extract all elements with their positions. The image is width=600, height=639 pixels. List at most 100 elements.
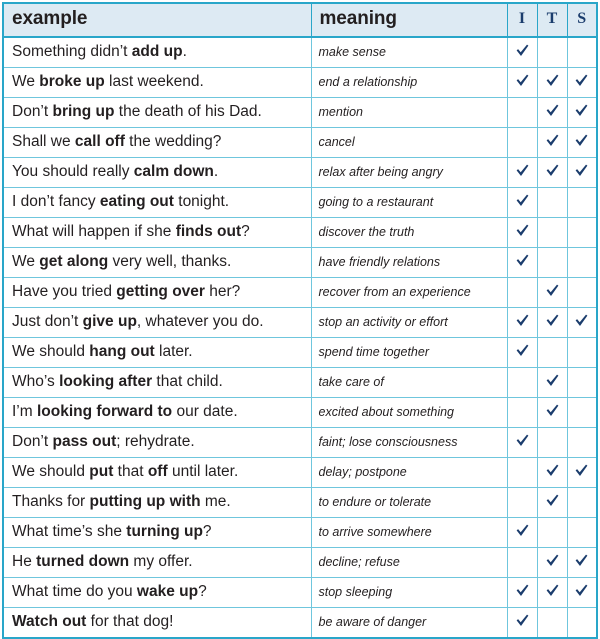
column-header-meaning-label: meaning	[319, 8, 398, 29]
table-row: He turned down my offer. decline; refuse	[3, 547, 597, 578]
mark-cell-s	[567, 457, 597, 488]
meaning-cell: relax after being angry	[311, 157, 508, 188]
table-row: We should hang out later. spend time toge…	[3, 337, 597, 368]
meaning-cell: recover from an experience	[311, 277, 508, 308]
phrasal-verb: Watch out	[12, 613, 87, 631]
mark-cell-s	[567, 577, 597, 608]
example-cell: What time do you wake up?	[3, 577, 312, 608]
phrasal-verb: broke up	[39, 73, 105, 91]
mark-cell-s	[567, 427, 597, 458]
phrasal-verb: getting over	[116, 283, 205, 301]
meaning-cell: excited about something	[311, 397, 508, 428]
check-icon	[515, 523, 530, 538]
check-icon	[545, 403, 560, 418]
mark-cell-i	[507, 577, 538, 608]
example-cell: Shall we call off the wedding?	[3, 127, 312, 158]
phrasal-verb-particle: off	[147, 463, 168, 481]
mark-cell-i	[507, 37, 538, 68]
table-row: We should put that off until later. delay…	[3, 457, 597, 488]
example-cell: I don’t fancy eating out tonight.	[3, 187, 312, 218]
phrasal-verb: add up	[131, 43, 183, 61]
check-icon	[545, 283, 560, 298]
check-icon	[574, 133, 589, 148]
check-icon	[545, 493, 560, 508]
mark-cell-t	[537, 427, 568, 458]
meaning-cell: cancel	[311, 127, 508, 158]
phrasal-verb: calm down	[133, 163, 214, 181]
mark-cell-i	[507, 457, 538, 488]
check-icon	[545, 133, 560, 148]
check-icon	[515, 193, 530, 208]
phrasal-verb: call off	[74, 133, 125, 151]
table-row: Something didn’t add up. make sense	[3, 37, 597, 68]
mark-cell-t	[537, 337, 568, 368]
example-cell: Have you tried getting over her?	[3, 277, 312, 308]
meaning-cell: to arrive somewhere	[311, 517, 508, 548]
mark-cell-t	[537, 367, 568, 398]
mark-cell-i	[507, 517, 538, 548]
meaning-cell: make sense	[311, 37, 508, 68]
mark-cell-i	[507, 367, 538, 398]
check-icon	[515, 583, 530, 598]
example-cell: He turned down my offer.	[3, 547, 312, 578]
phrasal-verb: hang out	[89, 343, 155, 361]
check-icon	[545, 103, 560, 118]
table-row: I’m looking forward to our date. excited …	[3, 397, 597, 428]
mark-cell-t	[537, 577, 568, 608]
check-icon	[515, 223, 530, 238]
mark-cell-i	[507, 307, 538, 338]
table-row: We get along very well, thanks. have frie…	[3, 247, 597, 278]
meaning-cell: delay; postpone	[311, 457, 508, 488]
example-cell: Watch out for that dog!	[3, 607, 312, 638]
check-icon	[574, 553, 589, 568]
phrasal-verb: pass out	[52, 433, 117, 451]
column-header-i-label: I	[518, 10, 526, 27]
phrasal-verb: finds out	[175, 223, 242, 241]
mark-cell-i	[507, 337, 538, 368]
mark-cell-t	[537, 457, 568, 488]
meaning-cell: decline; refuse	[311, 547, 508, 578]
check-icon	[515, 163, 530, 178]
mark-cell-s	[567, 547, 597, 578]
check-icon	[515, 73, 530, 88]
mark-cell-t	[537, 607, 568, 638]
phrasal-verb: turned down	[36, 553, 130, 571]
phrasal-verbs-table-container: example meaning I T S Something didn’t a…	[0, 0, 600, 639]
mark-cell-t	[537, 247, 568, 278]
table-body: Something didn’t add up. make sense We bro…	[3, 37, 597, 638]
phrasal-verb: get along	[39, 253, 109, 271]
mark-cell-i	[507, 547, 538, 578]
phrasal-verb: bring up	[52, 103, 115, 121]
check-icon	[545, 373, 560, 388]
column-header-example-label: example	[12, 8, 88, 29]
example-cell: Don’t pass out; rehydrate.	[3, 427, 312, 458]
example-cell: We should hang out later.	[3, 337, 312, 368]
mark-cell-t	[537, 397, 568, 428]
mark-cell-t	[537, 487, 568, 518]
meaning-cell: faint; lose consciousness	[311, 427, 508, 458]
meaning-cell: mention	[311, 97, 508, 128]
meaning-cell: stop an activity or effort	[311, 307, 508, 338]
meaning-cell: have friendly relations	[311, 247, 508, 278]
mark-cell-s	[567, 277, 597, 308]
mark-cell-i	[507, 607, 538, 638]
check-icon	[515, 613, 530, 628]
example-cell: Thanks for putting up with me.	[3, 487, 312, 518]
example-cell: I’m looking forward to our date.	[3, 397, 312, 428]
mark-cell-t	[537, 187, 568, 218]
meaning-cell: be aware of danger	[311, 607, 508, 638]
header-row: example meaning I T S	[3, 3, 597, 38]
table-row: Who’s looking after that child. take care…	[3, 367, 597, 398]
check-icon	[515, 43, 530, 58]
table-row: Watch out for that dog! be aware of dange…	[3, 607, 597, 638]
table-row: Don’t bring up the death of his Dad. ment…	[3, 97, 597, 128]
mark-cell-i	[507, 127, 538, 158]
mark-cell-i	[507, 157, 538, 188]
table-row: I don’t fancy eating out tonight. going t…	[3, 187, 597, 218]
phrasal-verb: looking forward to	[36, 403, 173, 421]
mark-cell-s	[567, 247, 597, 278]
mark-cell-s	[567, 337, 597, 368]
meaning-cell: to endure or tolerate	[311, 487, 508, 518]
example-cell: What time’s she turning up?	[3, 517, 312, 548]
phrasal-verb: turning up	[126, 523, 203, 541]
